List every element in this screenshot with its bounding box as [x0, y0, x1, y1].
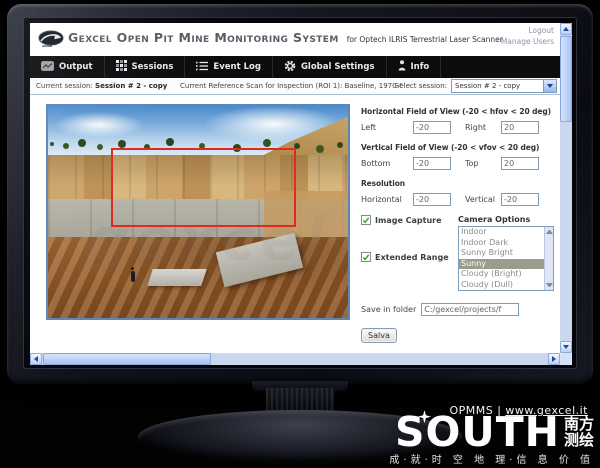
south-branding: OPMMS | www.gexcel.it SOUTH 南方 测绘 成·就·时 …	[354, 404, 594, 466]
hfov-right-input[interactable]	[501, 121, 539, 134]
image-capture-checkbox[interactable]: Image Capture	[361, 215, 458, 225]
person-figure	[131, 271, 135, 282]
scroll-up-arrow[interactable]	[560, 23, 572, 35]
chart-icon	[41, 61, 54, 74]
machinery-shape	[147, 269, 207, 286]
checkbox-checked-icon	[361, 215, 371, 225]
browser-page: Gexcel Open Pit Mine Monitoring System f…	[30, 23, 572, 365]
quarry-photo-viewer	[46, 104, 350, 320]
gear-icon	[284, 60, 296, 75]
session-select-value: Session # 2 - copy	[452, 82, 543, 90]
nav-item-event-log[interactable]: Event Log	[185, 56, 273, 78]
cloud-shape	[54, 112, 144, 137]
top-label: Top	[465, 159, 501, 168]
south-logo-text: SOUTH	[395, 415, 560, 450]
nav-item-output[interactable]: Output	[30, 56, 105, 78]
chevron-down-icon[interactable]	[543, 80, 556, 92]
nav-item-info[interactable]: Info	[387, 56, 442, 78]
status-bar: Current session: Session # 2 - copy Curr…	[30, 78, 560, 95]
list-item[interactable]: Cloudy (Dull)	[459, 280, 544, 291]
nav-filler	[441, 56, 560, 78]
scroll-left-arrow[interactable]	[30, 353, 42, 365]
session-select[interactable]: Session # 2 - copy	[451, 79, 557, 93]
nav-item-global-settings[interactable]: Global Settings	[273, 56, 387, 78]
extended-range-checkbox[interactable]: Extended Range	[361, 252, 458, 262]
hfov-left-input[interactable]	[413, 121, 451, 134]
monitor-screen-frame: Gexcel Open Pit Mine Monitoring System f…	[23, 17, 577, 369]
res-horizontal-label: Horizontal	[361, 195, 413, 204]
scene: Gexcel Open Pit Mine Monitoring System f…	[0, 0, 600, 468]
select-session-label: Select session:	[395, 82, 447, 90]
roi-selection-rectangle[interactable]	[111, 148, 296, 226]
right-label: Right	[465, 123, 501, 132]
vertical-scroll-thumb[interactable]	[560, 36, 572, 122]
save-folder-label: Save in folder	[361, 305, 416, 314]
scan-settings-panel: Horizontal Field of View (-20 < hfov < 2…	[361, 107, 561, 343]
list-item[interactable]: Indoor	[459, 227, 544, 238]
image-capture-label: Image Capture	[375, 216, 442, 225]
list-item[interactable]: Indoor Dark	[459, 238, 544, 249]
page-subtitle: for Optech ILRIS Terrestrial Laser Scann…	[347, 35, 503, 44]
current-session-value: Session # 2 - copy	[95, 82, 167, 90]
south-chinese-name: 南方 测绘	[564, 417, 594, 449]
vfov-bottom-input[interactable]	[413, 157, 451, 170]
gexcel-logo-icon	[38, 30, 64, 52]
list-item-selected[interactable]: Sunny	[459, 259, 544, 270]
list-item[interactable]: Sunny Bright	[459, 248, 544, 259]
main-content: gexcel	[30, 95, 560, 353]
reference-scan-text: Current Reference Scan for Inspection (R…	[180, 82, 402, 90]
save-folder-input[interactable]	[421, 303, 519, 316]
nav-label: Info	[411, 62, 430, 72]
nav-label: Sessions	[132, 62, 174, 72]
scroll-right-arrow[interactable]	[548, 353, 560, 365]
vertical-scrollbar[interactable]	[560, 23, 572, 353]
extended-range-label: Extended Range	[375, 253, 449, 262]
scroll-down-icon[interactable]	[546, 283, 553, 287]
nav-item-sessions[interactable]: Sessions	[105, 56, 186, 78]
bottom-label: Bottom	[361, 159, 413, 168]
app-header: Gexcel Open Pit Mine Monitoring System f…	[30, 23, 560, 56]
grid-icon	[116, 60, 127, 74]
vegetation-shapes	[50, 142, 54, 146]
save-button[interactable]: Salva	[361, 328, 397, 343]
resolution-title: Resolution	[361, 179, 561, 188]
vfov-top-input[interactable]	[501, 157, 539, 170]
nav-label: Global Settings	[301, 62, 375, 72]
main-nav: Output Sessions Event Log Global Setting…	[30, 56, 560, 78]
nav-label: Event Log	[213, 62, 261, 72]
scrollbar-corner	[560, 353, 572, 365]
horizontal-scroll-thumb[interactable]	[43, 353, 211, 365]
logout-link[interactable]: Logout	[501, 26, 554, 37]
list-icon	[196, 61, 208, 74]
camera-options-label: Camera Options	[458, 215, 558, 224]
checkbox-checked-icon	[361, 252, 371, 262]
vfov-title: Vertical Field of View (-20 < vfov < 20 …	[361, 143, 561, 152]
res-vertical-input[interactable]	[501, 193, 539, 206]
hfov-title: Horizontal Field of View (-20 < hfov < 2…	[361, 107, 561, 116]
list-item[interactable]: Cloudy (Bright)	[459, 269, 544, 280]
monitor-bezel: Gexcel Open Pit Mine Monitoring System f…	[7, 4, 593, 384]
scroll-down-arrow[interactable]	[560, 341, 572, 353]
horizontal-scrollbar[interactable]	[30, 353, 560, 365]
nav-label: Output	[59, 62, 93, 72]
page-title: Gexcel Open Pit Mine Monitoring System	[68, 30, 339, 45]
person-icon	[398, 60, 406, 74]
current-session-label: Current session:	[36, 82, 93, 90]
manage-users-link[interactable]: Manage Users	[501, 37, 554, 48]
res-horizontal-input[interactable]	[413, 193, 451, 206]
left-label: Left	[361, 123, 413, 132]
scroll-up-icon[interactable]	[546, 230, 553, 234]
cn-line: 测绘	[564, 433, 594, 449]
listbox-scrollbar[interactable]	[544, 227, 553, 290]
camera-options-listbox[interactable]: Indoor Indoor Dark Sunny Bright Sunny Cl…	[458, 226, 554, 291]
res-vertical-label: Vertical	[465, 195, 501, 204]
